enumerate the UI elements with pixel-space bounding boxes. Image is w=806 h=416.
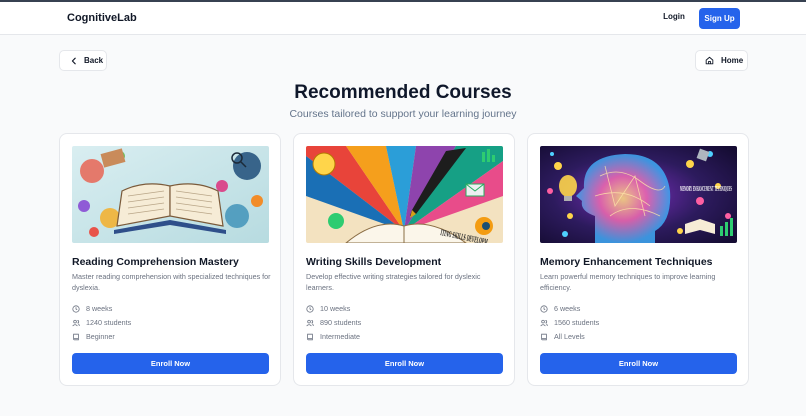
users-icon [72,319,80,326]
book-icon [73,333,79,340]
logo[interactable]: CognitiveLab [67,12,137,24]
course-card-writing: ITING SKILLS DEVELOPM Writing Skills Dev… [293,133,515,386]
page-title: Recommended Courses [294,82,512,103]
course-title: Memory Enhancement Techniques [540,256,713,268]
course-image-reading [72,146,269,243]
book-icon [541,333,547,340]
course-level: Intermediate [306,332,360,341]
course-duration-text: 10 weeks [320,304,351,313]
course-duration: 10 weeks [306,304,350,313]
course-students-text: 1560 students [554,318,600,327]
course-title: Reading Comprehension Mastery [72,256,239,268]
course-level-text: All Levels [554,332,585,341]
users-icon [540,319,548,326]
course-students-text: 1240 students [86,318,132,327]
course-students: 890 students [306,318,361,327]
course-duration-text: 8 weeks [86,304,113,313]
signup-button[interactable]: Sign Up [699,8,740,29]
page-subtitle: Courses tailored to support your learnin… [289,108,517,120]
enroll-button[interactable]: Enroll Now [72,353,269,374]
course-level-text: Beginner [86,332,115,341]
course-level: All Levels [540,332,585,341]
clock-icon [540,304,548,313]
login-button[interactable]: Login [656,12,692,21]
course-card-memory: MEMORY ENHANCEMENT TECHNIQUES Memory Enh… [527,133,749,386]
users-icon [306,319,314,326]
course-duration: 8 weeks [72,304,112,313]
enroll-button[interactable]: Enroll Now [306,353,503,374]
course-description: Master reading comprehension with specia… [72,272,271,292]
home-button[interactable]: Home [695,50,748,71]
course-level: Beginner [72,332,115,341]
site-header: CognitiveLab Login Sign Up [0,2,806,35]
course-students-text: 890 students [320,318,362,327]
course-card-reading: Reading Comprehension Mastery Master rea… [59,133,281,386]
enroll-button[interactable]: Enroll Now [540,353,737,374]
back-button[interactable]: Back [59,50,107,71]
course-description: Learn powerful memory techniques to impr… [540,272,716,292]
clock-icon [306,304,314,313]
course-students: 1240 students [72,318,131,327]
course-title: Writing Skills Development [306,256,442,268]
course-duration: 6 weeks [540,304,580,313]
back-label: Back [84,56,104,65]
clock-icon [72,304,80,313]
course-image-writing: ITING SKILLS DEVELOPM [306,146,503,243]
course-students: 1560 students [540,318,599,327]
home-label: Home [721,56,744,65]
course-description: Develop effective writing strategies tai… [306,272,481,292]
book-icon [307,333,313,340]
arrow-left-icon [71,57,76,64]
image-caption-text: MEMORY ENHANCEMENT TECHNIQUES [680,185,732,193]
course-level-text: Intermediate [320,332,360,341]
course-duration-text: 6 weeks [554,304,581,313]
course-image-memory: MEMORY ENHANCEMENT TECHNIQUES [540,146,737,243]
home-icon [705,56,714,65]
